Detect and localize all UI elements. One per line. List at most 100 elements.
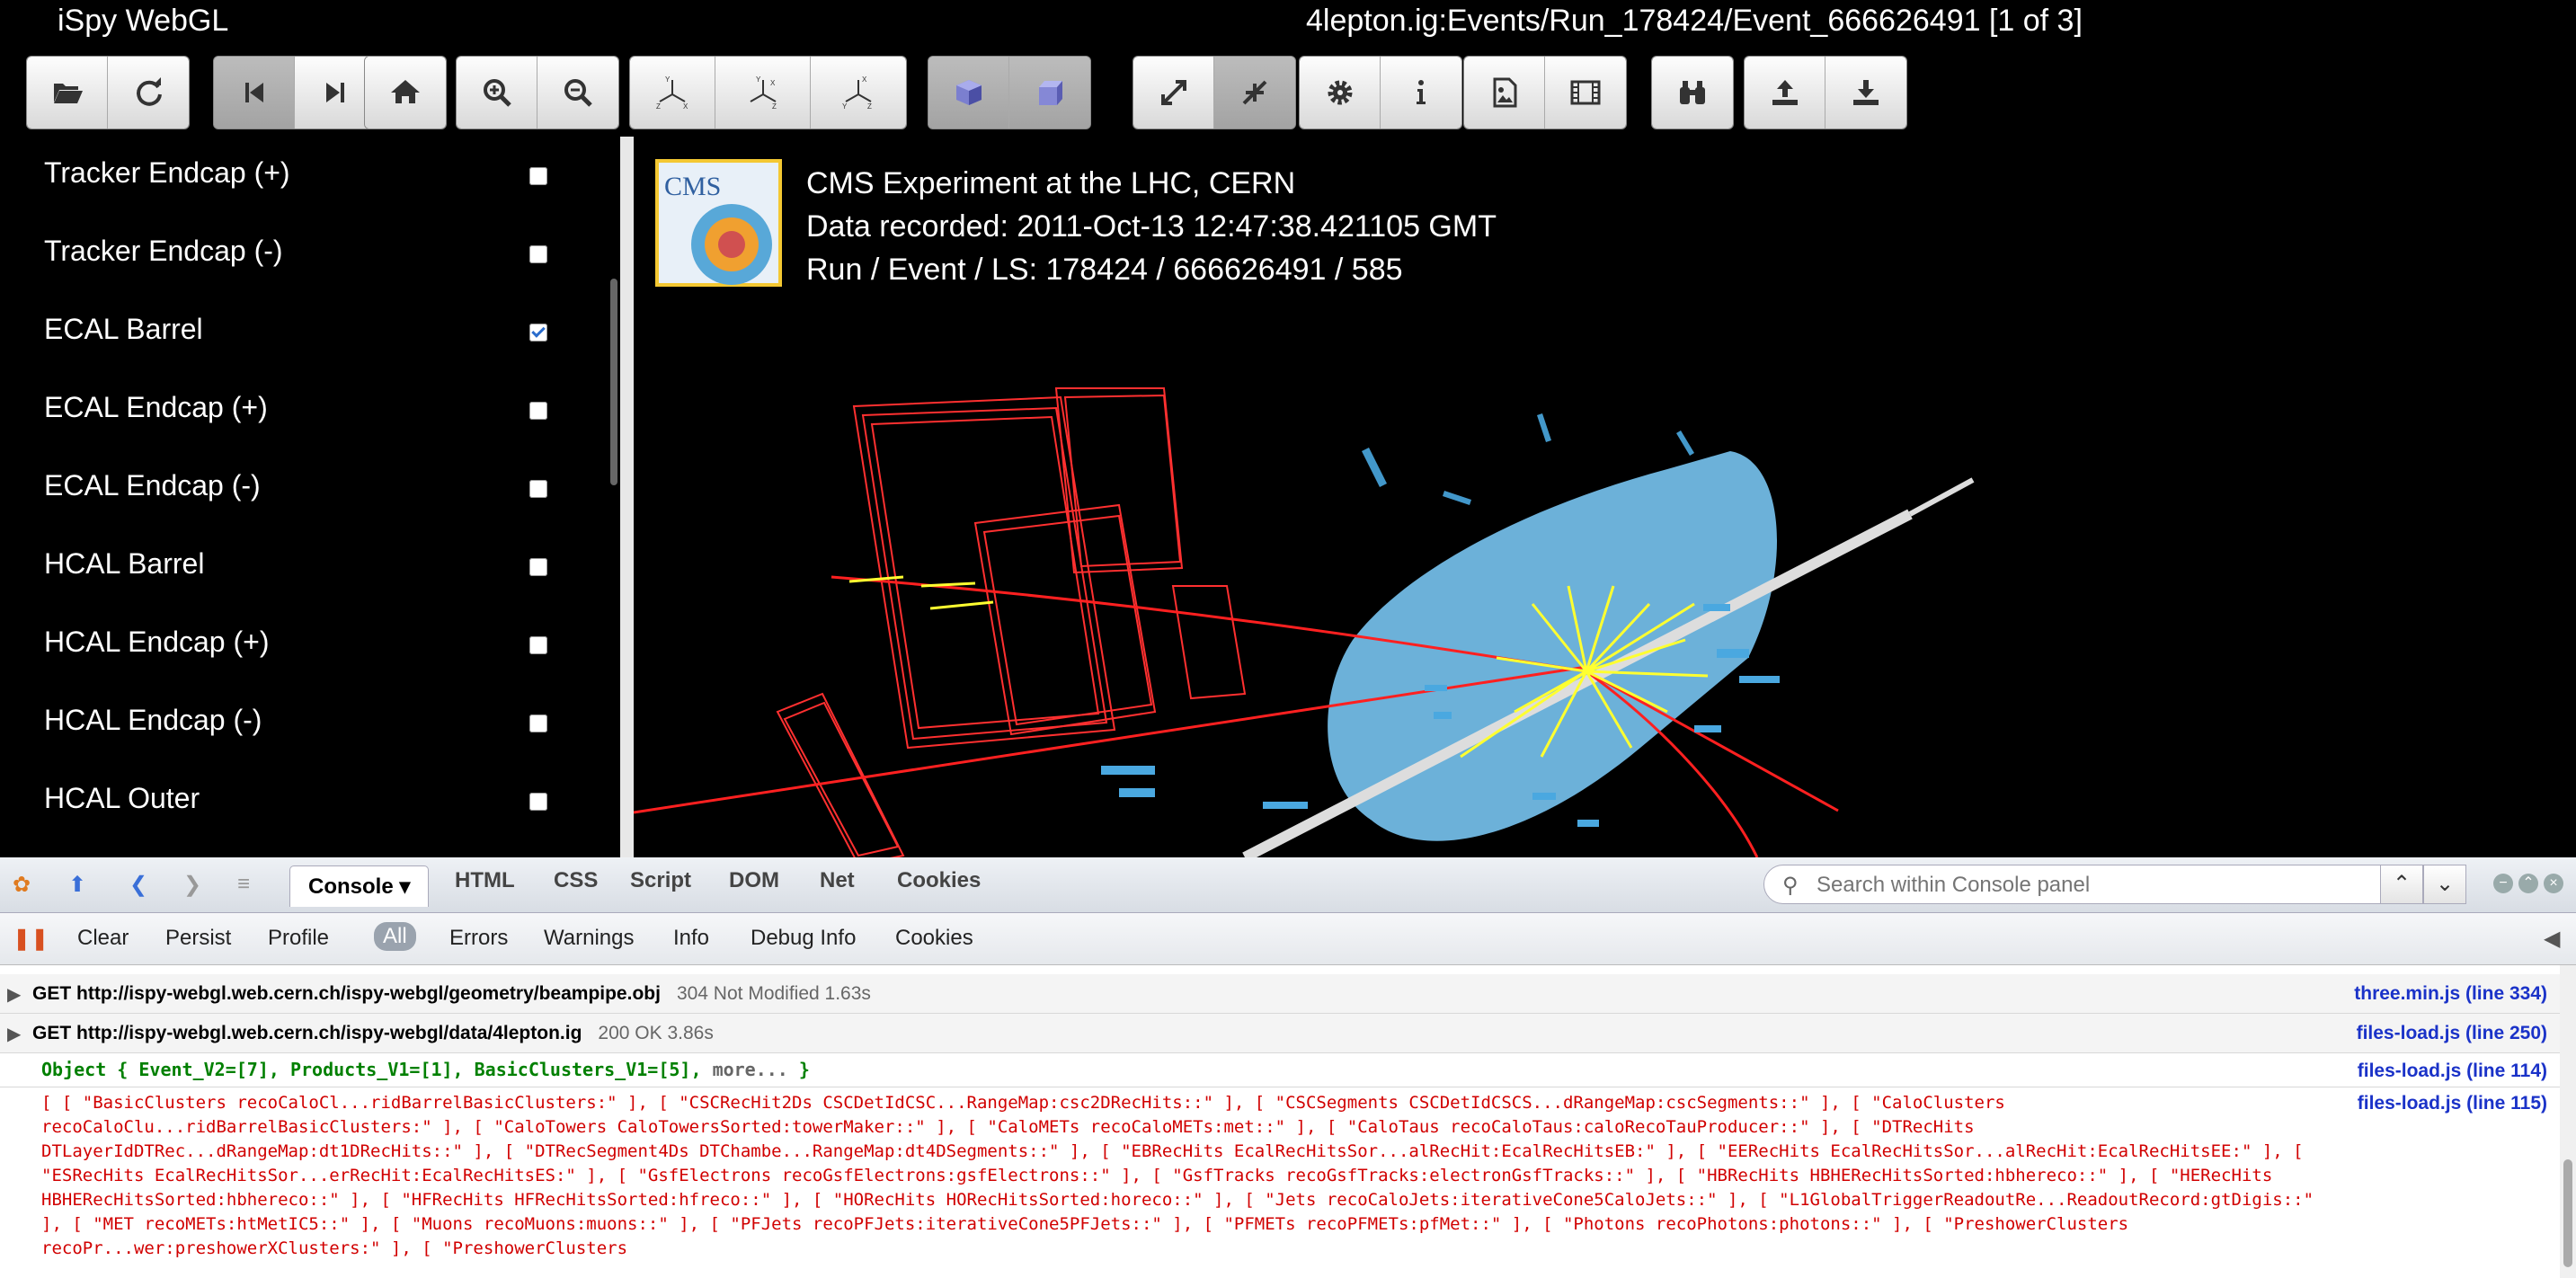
console-search[interactable]: ⚲ [1763,865,2384,904]
upload-button[interactable] [1745,57,1825,129]
layer-row-tracker-endcap-minus[interactable]: Tracker Endcap (-) [0,215,598,293]
array-output[interactable]: [ [ "BasicClusters recoCaloCl...ridBarre… [41,1091,2315,1261]
view-xz-button[interactable]: Y X Z [715,57,811,129]
layer-row-ecal-barrel[interactable]: ECAL Barrel [0,293,598,371]
layer-row-ecal-endcap-minus[interactable]: ECAL Endcap (-) [0,449,598,528]
search-next-button[interactable]: ⌄ [2423,865,2466,904]
clear-button[interactable]: Clear [77,926,129,951]
view-xyz-button[interactable]: Y X Z [630,57,715,129]
info-icon [1417,80,1426,104]
console-scroll-thumb[interactable] [2563,1159,2572,1267]
collapse-icon[interactable]: ◀ [2544,926,2560,952]
axes-xz-icon: Y X Z [750,75,777,111]
expand-arrow-icon[interactable]: ▶ [7,1023,21,1045]
layer-checkbox[interactable] [529,793,547,811]
layer-checkbox[interactable] [529,402,547,420]
perspective-button[interactable] [928,57,1009,129]
settings-button[interactable] [1300,57,1381,129]
tab-console[interactable]: Console ▾ [289,865,430,907]
event-nav-group [214,57,376,129]
layer-row-hcal-outer[interactable]: HCAL Outer [0,762,598,840]
console-net-row[interactable]: ▶ GET http://ispy-webgl.web.cern.ch/ispy… [0,1014,2576,1053]
layer-checkbox[interactable] [529,245,547,263]
tab-dom[interactable]: DOM [729,868,779,893]
zoom-in-icon [483,79,511,107]
tab-net[interactable]: Net [820,868,855,893]
layer-checkbox[interactable] [529,714,547,732]
layer-checkbox[interactable] [529,480,547,498]
orthographic-cube-icon [1039,81,1062,105]
tab-html[interactable]: HTML [455,868,515,893]
sidebar-scroll-thumb[interactable] [610,279,617,485]
download-button[interactable] [1825,57,1906,129]
console-net-row[interactable]: ▶ GET http://ispy-webgl.web.cern.ch/ispy… [0,974,2576,1014]
sidebar-scrollbar[interactable] [602,137,620,857]
layer-checkbox-checked[interactable] [529,324,547,342]
exit-fullscreen-button[interactable] [1214,57,1295,129]
layer-row-hcal-barrel[interactable]: HCAL Barrel [0,528,598,606]
filter-all[interactable]: All [374,922,416,951]
layer-row-ecal-endcap-plus[interactable]: ECAL Endcap (+) [0,371,598,449]
tab-css[interactable]: CSS [554,868,598,893]
filter-info[interactable]: Info [673,926,709,951]
svg-text:Y: Y [665,75,671,84]
source-link[interactable]: three.min.js (line 334) [2354,983,2547,1005]
minimize-icon[interactable]: − [2493,874,2513,893]
enter-fullscreen-button[interactable] [1133,57,1214,129]
forward-icon[interactable]: ❯ [183,872,201,898]
refresh-icon [137,77,162,106]
detector-display-button[interactable] [1652,57,1733,129]
cms-logo-text: CMS [664,172,721,201]
layer-row-hcal-endcap-plus[interactable]: HCAL Endcap (+) [0,606,598,684]
layer-checkbox[interactable] [529,558,547,576]
command-line-icon[interactable]: ≡ [237,872,250,897]
animate-button[interactable] [1545,57,1626,129]
orthographic-button[interactable] [1009,57,1090,129]
object-summary[interactable]: Object { Event_V2=[7], Products_V1=[1], … [41,1059,810,1080]
source-link[interactable]: files-load.js (line 114) [2358,1061,2547,1082]
expand-arrow-icon[interactable]: ▶ [7,983,21,1006]
panel-divider[interactable] [620,137,634,857]
filter-debug-info[interactable]: Debug Info [751,926,856,951]
filter-cookies[interactable]: Cookies [895,926,973,951]
zoom-out-button[interactable] [537,57,618,129]
console-object-row[interactable]: Object { Event_V2=[7], Products_V1=[1], … [0,1053,2576,1087]
event-title: 4lepton.ig:Events/Run_178424/Event_66662… [1306,4,2083,38]
layer-row-hcal-endcap-minus[interactable]: HCAL Endcap (-) [0,684,598,762]
profile-button[interactable]: Profile [268,926,329,951]
layer-row-tracker-endcap-plus[interactable]: Tracker Endcap (+) [0,137,598,215]
request-url: GET http://ispy-webgl.web.cern.ch/ispy-w… [32,1023,582,1043]
next-event-button[interactable] [295,57,376,129]
error-breakpoint-icon[interactable]: ❚❚ [13,926,49,952]
info-group [1300,57,1461,129]
search-previous-button[interactable]: ⌃ [2380,865,2423,904]
firebug-icon[interactable]: ✿ [13,872,31,898]
tab-cookies[interactable]: Cookies [897,868,981,893]
event-display-viewport[interactable]: CMS CMS Experiment at the LHC, CERN Data… [634,137,2576,857]
muon-chambers [776,387,1247,857]
filter-errors[interactable]: Errors [449,926,508,951]
console-array-row[interactable]: [ [ "BasicClusters recoCaloCl...ridBarre… [0,1087,2576,1278]
layer-checkbox[interactable] [529,167,547,185]
persist-button[interactable]: Persist [165,926,231,951]
back-icon[interactable]: ❮ [129,872,147,898]
layer-checkbox[interactable] [529,636,547,654]
home-button[interactable] [365,57,446,129]
view-yz-button[interactable]: X Z Y [811,57,906,129]
zoom-in-button[interactable] [457,57,537,129]
inspect-icon[interactable]: ⬆ [68,872,86,898]
info-button[interactable] [1381,57,1461,129]
source-link[interactable]: files-load.js (line 115) [2358,1093,2547,1114]
close-icon[interactable]: × [2544,874,2563,893]
open-file-button[interactable] [27,57,108,129]
detach-icon[interactable]: ⌃ [2518,874,2538,893]
reload-button[interactable] [108,57,189,129]
film-icon [1570,80,1601,105]
transfer-group [1745,57,1906,129]
previous-event-button[interactable] [214,57,295,129]
console-search-input[interactable] [1815,871,2358,900]
export-image-button[interactable] [1464,57,1545,129]
filter-warnings[interactable]: Warnings [544,926,634,951]
tab-script[interactable]: Script [630,868,691,893]
source-link[interactable]: files-load.js (line 250) [2357,1023,2547,1044]
